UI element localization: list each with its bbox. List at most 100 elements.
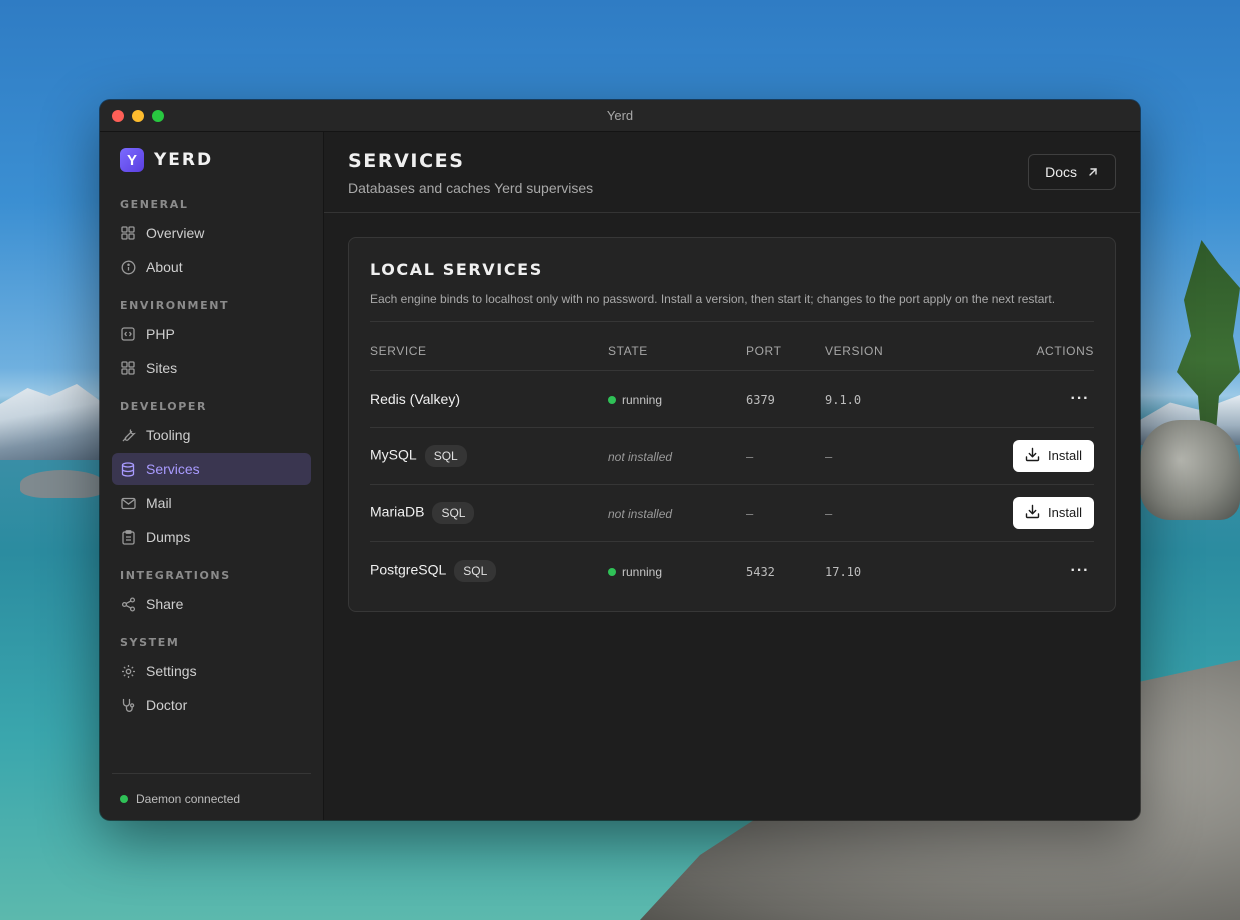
sidebar-item-about[interactable]: About xyxy=(112,251,311,283)
service-version: 9.1.0 xyxy=(825,392,862,407)
service-name: PostgreSQL xyxy=(370,561,447,578)
info-icon xyxy=(120,259,136,275)
service-state-text: running xyxy=(622,392,663,407)
service-name: Redis (Valkey) xyxy=(370,390,460,407)
table-row: MariaDB SQL not installed – – Install xyxy=(370,484,1094,542)
window-title: Yerd xyxy=(606,108,634,123)
sidebar: Y YERD General Overview About Environment PH… xyxy=(100,132,324,820)
close-window-button[interactable] xyxy=(112,110,124,122)
service-port: 5432 xyxy=(746,565,775,580)
service-state: running xyxy=(608,565,662,579)
service-name: MariaDB xyxy=(370,503,425,520)
brand: Y YERD xyxy=(112,132,311,184)
running-dot xyxy=(608,568,616,577)
page-subtitle: Databases and caches Yerd supervises xyxy=(348,180,594,196)
card-title: Local services xyxy=(370,260,543,279)
sidebar-item-label: Dumps xyxy=(146,529,191,545)
sidebar-item-doctor[interactable]: Doctor xyxy=(112,689,311,721)
status-dot xyxy=(120,795,128,803)
sidebar-section-label: General xyxy=(120,198,189,211)
services-table: Service State Port Version Actions Redis… xyxy=(370,332,1094,601)
table-row: MySQL SQL not installed – – Install xyxy=(370,427,1094,485)
sidebar-item-sites[interactable]: Sites xyxy=(112,352,311,384)
minimize-window-button[interactable] xyxy=(132,110,144,122)
share-icon xyxy=(120,596,136,612)
more-actions-button[interactable]: ··· xyxy=(1066,559,1094,583)
brand-logo: Y xyxy=(120,148,144,172)
service-version: 17.10 xyxy=(825,565,862,580)
title-bar[interactable]: Yerd xyxy=(100,100,1140,132)
running-dot xyxy=(608,395,616,404)
install-button-label: Install xyxy=(1048,448,1082,463)
sidebar-item-label: Services xyxy=(146,461,200,477)
sidebar-item-label: Mail xyxy=(146,495,172,511)
external-link-icon xyxy=(1089,168,1097,176)
sidebar-item-label: Tooling xyxy=(146,427,191,443)
sidebar-nav: General Overview About Environment PHP Sites D… xyxy=(112,184,311,723)
table-row: PostgreSQL SQL running 5432 17.10 ··· xyxy=(370,541,1094,601)
service-state: running xyxy=(608,393,662,407)
background-rocks xyxy=(20,470,105,498)
grid-icon xyxy=(120,360,136,376)
sidebar-item-label: Sites xyxy=(146,360,178,376)
daemon-status-text: Daemon connected xyxy=(136,792,241,806)
gear-icon xyxy=(120,663,136,679)
sidebar-item-label: PHP xyxy=(146,326,175,342)
sidebar-item-overview[interactable]: Overview xyxy=(112,217,311,249)
local-services-card: Local services Each engine binds to loca… xyxy=(348,237,1116,612)
sidebar-item-label: Share xyxy=(146,596,184,612)
clipboard-icon xyxy=(120,529,136,545)
docs-button-label: Docs xyxy=(1045,164,1077,180)
database-icon xyxy=(120,461,136,477)
table-row: Redis (Valkey) running 6379 9.1.0 ··· xyxy=(370,370,1094,428)
window-controls xyxy=(112,110,164,122)
main-panel: Services Databases and caches Yerd super… xyxy=(324,132,1140,820)
service-version: – xyxy=(825,448,833,464)
sidebar-item-label: Doctor xyxy=(146,697,188,713)
table-header-row: Service State Port Version Actions xyxy=(370,332,1094,371)
sql-badge: SQL xyxy=(454,560,497,583)
sidebar-item-settings[interactable]: Settings xyxy=(112,655,311,687)
column-header-service: Service xyxy=(370,332,608,371)
maximize-window-button[interactable] xyxy=(152,110,164,122)
sidebar-section-label: Integrations xyxy=(120,569,231,582)
service-port: 6379 xyxy=(746,392,775,407)
sidebar-section-label: System xyxy=(120,636,180,649)
install-button[interactable]: Install xyxy=(1013,496,1094,529)
background-mountains xyxy=(0,384,110,460)
stethoscope-icon xyxy=(120,697,136,713)
install-button-label: Install xyxy=(1048,505,1082,520)
sidebar-section-label: Developer xyxy=(120,400,208,413)
wrench-icon xyxy=(120,427,136,443)
sidebar-section-label: Environment xyxy=(120,299,230,312)
sidebar-item-label: About xyxy=(146,259,183,275)
grid-icon xyxy=(120,225,136,241)
column-header-port: Port xyxy=(746,332,825,371)
service-version: – xyxy=(825,505,833,521)
service-port: – xyxy=(746,505,754,521)
app-window: Yerd Y YERD General Overview About Environm… xyxy=(100,100,1140,820)
install-button[interactable]: Install xyxy=(1013,439,1094,472)
sidebar-item-label: Settings xyxy=(146,663,197,679)
sql-badge: SQL xyxy=(424,444,467,467)
service-state-text: running xyxy=(622,565,663,580)
sidebar-item-php[interactable]: PHP xyxy=(112,318,311,350)
page-header: Services Databases and caches Yerd super… xyxy=(324,132,1140,213)
docs-button[interactable]: Docs xyxy=(1028,154,1116,190)
sql-badge: SQL xyxy=(432,501,475,524)
background-rocks-right xyxy=(1140,420,1240,520)
sidebar-item-share[interactable]: Share xyxy=(112,588,311,620)
sidebar-item-dumps[interactable]: Dumps xyxy=(112,521,311,553)
column-header-state: State xyxy=(608,332,746,371)
sidebar-item-tooling[interactable]: Tooling xyxy=(112,419,311,451)
more-actions-button[interactable]: ··· xyxy=(1066,387,1094,411)
download-icon xyxy=(1025,504,1040,522)
sidebar-item-mail[interactable]: Mail xyxy=(112,487,311,519)
sidebar-item-label: Overview xyxy=(146,225,205,241)
column-header-version: Version xyxy=(825,332,945,371)
daemon-status: Daemon connected xyxy=(112,773,311,820)
sidebar-item-services[interactable]: Services xyxy=(112,453,311,485)
page-title: Services xyxy=(348,150,465,172)
service-port: – xyxy=(746,448,754,464)
download-icon xyxy=(1025,447,1040,465)
